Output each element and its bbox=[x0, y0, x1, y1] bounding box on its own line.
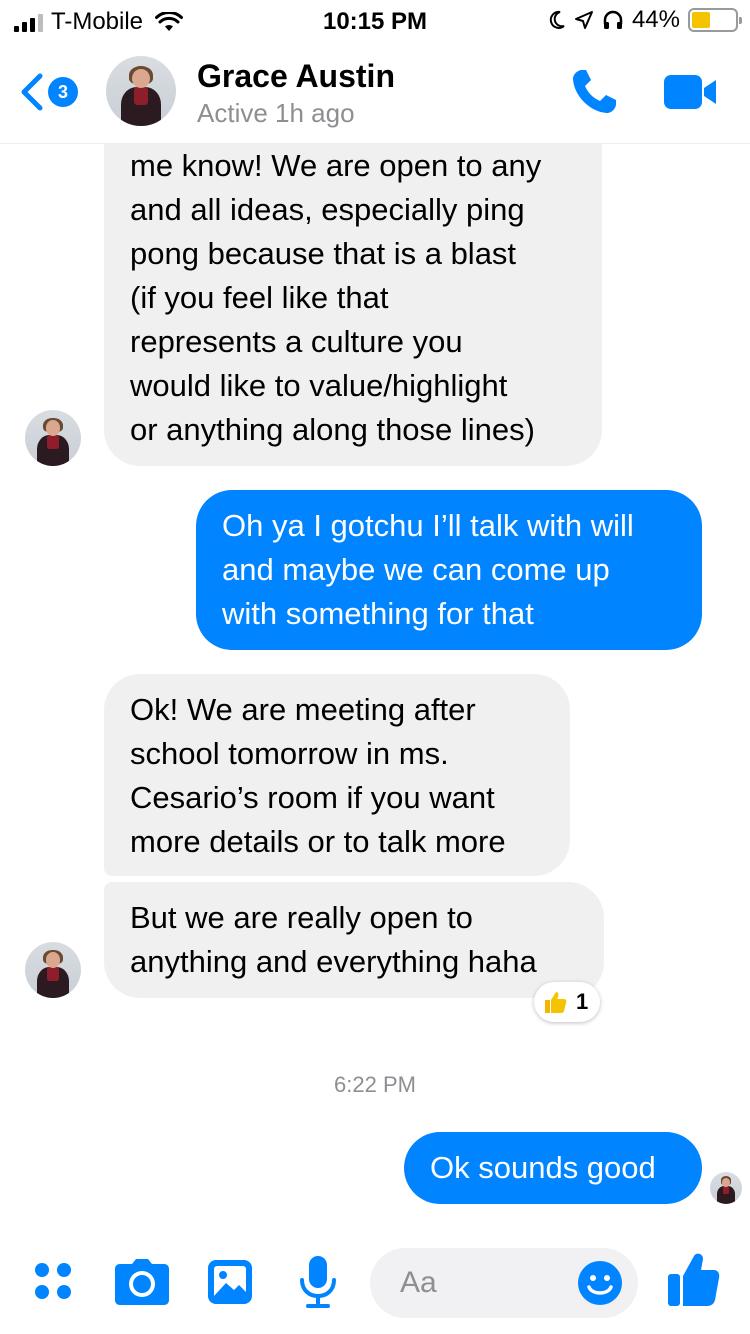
message-bubble-incoming[interactable]: But we are really open to anything and e… bbox=[104, 882, 604, 998]
message-line: anything and everything haha bbox=[130, 944, 537, 979]
battery-fill bbox=[692, 12, 711, 28]
message-line: Oh ya I gotchu I’ll talk with will bbox=[222, 508, 634, 543]
status-right: 44% bbox=[548, 6, 742, 34]
photo-icon[interactable] bbox=[206, 1258, 254, 1306]
message-bubble-incoming[interactable]: me know! We are open to any and all idea… bbox=[104, 144, 602, 466]
sender-avatar[interactable] bbox=[25, 942, 81, 998]
message-line: Ok sounds good bbox=[430, 1150, 656, 1185]
status-bar: T-Mobile 10:15 PM 44% bbox=[0, 0, 750, 40]
message-line: me know! We are open to any bbox=[130, 148, 542, 183]
message-line: and all ideas, especially ping bbox=[130, 192, 525, 227]
message-line: and maybe we can come up bbox=[222, 552, 610, 587]
message-line: represents a culture you bbox=[130, 324, 463, 359]
message-bubble-incoming[interactable]: Ok! We are meeting after school tomorrow… bbox=[104, 674, 570, 876]
read-receipt-avatar bbox=[710, 1172, 742, 1204]
message-line: school tomorrow in ms. bbox=[130, 736, 449, 771]
signal-icon bbox=[14, 12, 43, 32]
status-left: T-Mobile bbox=[14, 8, 184, 36]
video-icon[interactable] bbox=[662, 72, 720, 112]
message-timestamp: 6:22 PM bbox=[334, 1072, 416, 1097]
emoji-icon[interactable] bbox=[576, 1259, 624, 1307]
like-icon[interactable] bbox=[666, 1250, 720, 1308]
message-line: Ok! We are meeting after bbox=[130, 692, 476, 727]
message-line: Cesario’s room if you want bbox=[130, 780, 495, 815]
message-bubble-outgoing[interactable]: Ok sounds good bbox=[404, 1132, 702, 1204]
headphones-icon bbox=[603, 10, 623, 29]
message-composer: Aa bbox=[0, 1240, 750, 1334]
carrier-label: T-Mobile bbox=[51, 8, 144, 35]
contact-avatar[interactable] bbox=[106, 56, 176, 126]
location-icon bbox=[574, 11, 593, 29]
message-line: or anything along those lines) bbox=[130, 412, 535, 447]
camera-icon[interactable] bbox=[114, 1258, 170, 1306]
battery-icon bbox=[688, 8, 742, 32]
message-line: pong because that is a blast bbox=[130, 236, 517, 271]
phone-icon[interactable] bbox=[568, 66, 620, 118]
reaction-count: 1 bbox=[576, 989, 589, 1014]
message-line: more details or to talk more bbox=[130, 824, 506, 859]
apps-icon[interactable] bbox=[32, 1260, 76, 1304]
message-line: (if you feel like that bbox=[130, 280, 389, 315]
microphone-icon[interactable] bbox=[298, 1254, 338, 1310]
reaction-badge[interactable]: 1 bbox=[534, 982, 601, 1022]
thumbs-up-icon bbox=[545, 992, 567, 1013]
moon-icon bbox=[549, 10, 565, 29]
contact-status: Active 1h ago bbox=[197, 98, 355, 128]
back-button[interactable]: 3 bbox=[18, 72, 78, 112]
sender-avatar[interactable] bbox=[25, 410, 81, 466]
contact-name[interactable]: Grace Austin bbox=[197, 58, 395, 95]
message-input[interactable]: Aa bbox=[370, 1248, 638, 1318]
back-icon bbox=[21, 73, 43, 111]
message-line: But we are really open to bbox=[130, 900, 473, 935]
unread-badge: 3 bbox=[48, 77, 78, 107]
message-input-placeholder: Aa bbox=[400, 1266, 437, 1299]
battery-percent: 44% bbox=[631, 6, 680, 33]
message-line: would like to value/highlight bbox=[130, 368, 508, 403]
message-line: with something for that bbox=[222, 596, 534, 631]
wifi-icon bbox=[155, 12, 184, 31]
conversation-header: 3 Grace Austin Active 1h ago bbox=[0, 40, 750, 144]
message-bubble-outgoing[interactable]: Oh ya I gotchu I’ll talk with will and m… bbox=[196, 490, 702, 650]
